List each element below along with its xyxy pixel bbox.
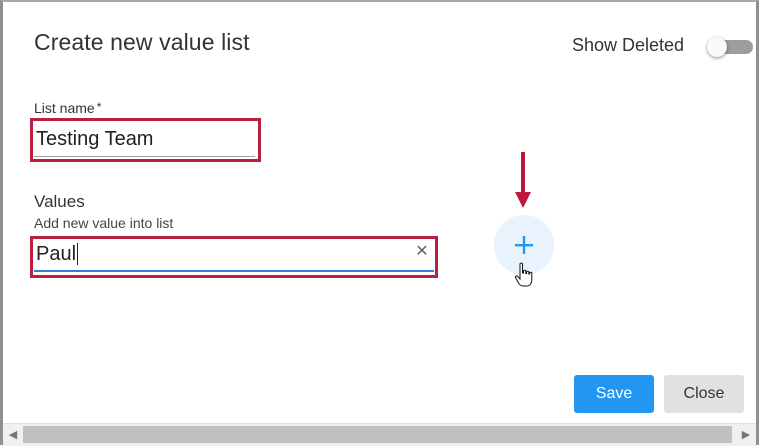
scroll-right-icon[interactable]: ▶ bbox=[738, 427, 754, 443]
list-name-label: List name * bbox=[34, 100, 101, 116]
show-deleted-toggle[interactable] bbox=[707, 37, 753, 57]
scrollbar-thumb[interactable] bbox=[23, 426, 732, 443]
scroll-left-icon[interactable]: ◀ bbox=[5, 427, 21, 443]
list-name-underline bbox=[34, 156, 255, 157]
close-button[interactable]: Close bbox=[664, 375, 744, 413]
save-button[interactable]: Save bbox=[574, 375, 654, 413]
hand-pointer-icon bbox=[514, 262, 533, 287]
horizontal-scrollbar[interactable]: ◀ ▶ bbox=[3, 423, 756, 446]
list-name-input[interactable]: Testing Team bbox=[36, 128, 153, 151]
value-input[interactable]: Paul bbox=[36, 243, 76, 266]
toggle-thumb bbox=[707, 37, 727, 57]
value-input-underline bbox=[34, 270, 434, 272]
required-asterisk: * bbox=[96, 100, 102, 114]
text-caret bbox=[77, 243, 78, 265]
arrow-down-icon bbox=[515, 152, 531, 208]
show-deleted-label: Show Deleted bbox=[572, 35, 685, 55]
list-name-label-text: List name bbox=[34, 100, 95, 116]
add-value-label: Add new value into list bbox=[34, 215, 174, 231]
close-icon[interactable]: ✕ bbox=[414, 244, 430, 260]
dialog-title: Create new value list bbox=[34, 29, 250, 55]
values-heading: Values bbox=[34, 192, 85, 211]
